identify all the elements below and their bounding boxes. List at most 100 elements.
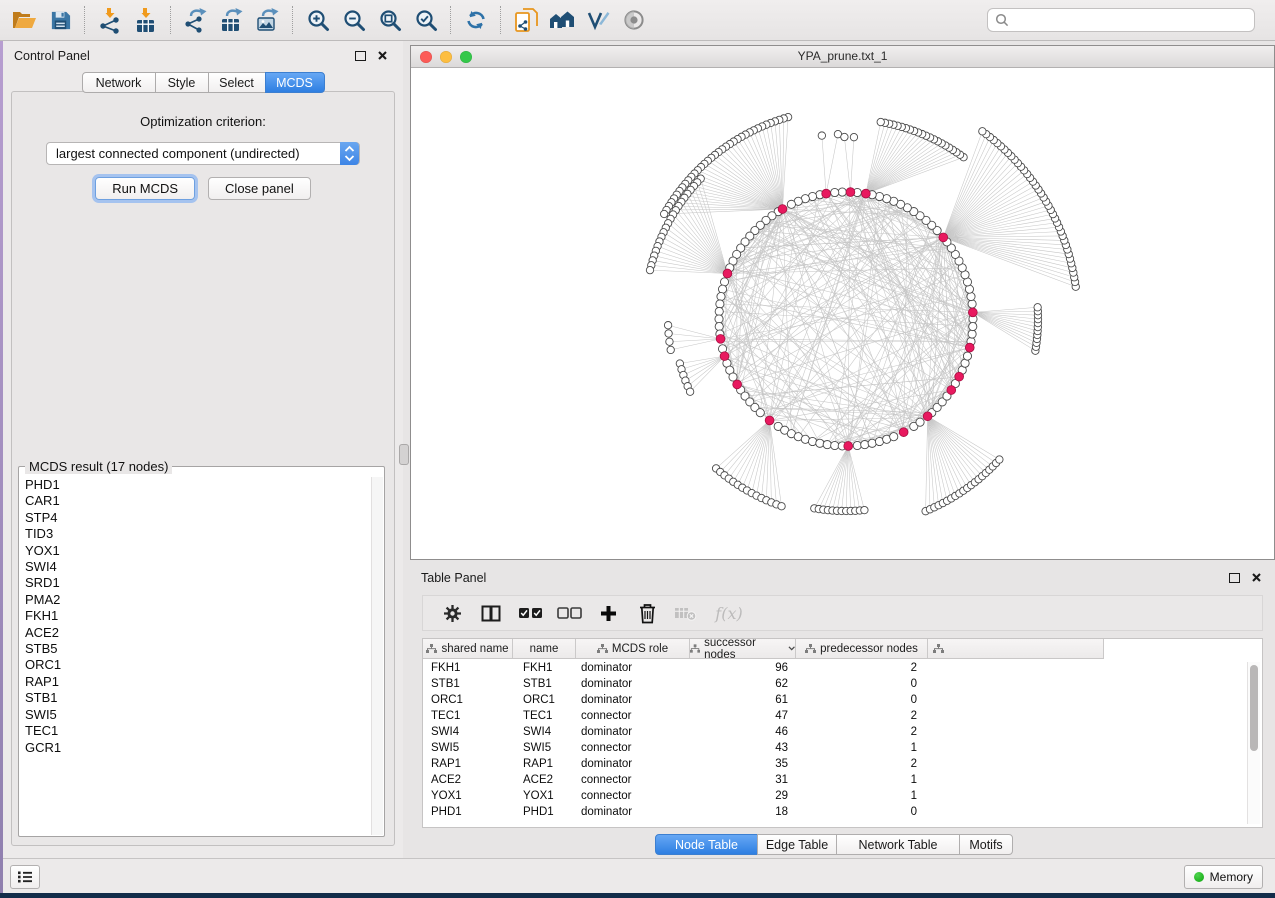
tab-edge-table[interactable]: Edge Table (757, 834, 837, 855)
mcds-result-item[interactable]: ACE2 (20, 625, 371, 641)
tab-select[interactable]: Select (208, 72, 266, 93)
mcds-result-item[interactable]: FKH1 (20, 608, 371, 624)
cell-mcds-role[interactable]: dominator (576, 676, 690, 692)
cell-successor-nodes[interactable]: 18 (690, 804, 796, 820)
cell-successor-nodes[interactable]: 47 (690, 708, 796, 724)
table-row[interactable]: RAP1RAP1dominator352 (423, 756, 1262, 772)
cell-mcds-role[interactable]: dominator (576, 660, 690, 676)
cell-predecessor-nodes[interactable]: 2 (796, 660, 928, 676)
cell-mcds-role[interactable]: connector (576, 708, 690, 724)
table-row[interactable]: FKH1FKH1dominator962 (423, 660, 1262, 676)
cell-predecessor-nodes[interactable]: 0 (796, 692, 928, 708)
select-all-button[interactable] (511, 598, 550, 628)
cell-shared-name[interactable]: ACE2 (423, 772, 513, 788)
cell-predecessor-nodes[interactable]: 2 (796, 708, 928, 724)
table-scrollbar-thumb[interactable] (1250, 665, 1258, 751)
table-row[interactable]: YOX1YOX1connector291 (423, 788, 1262, 804)
cell-successor-nodes[interactable]: 29 (690, 788, 796, 804)
mcds-result-list[interactable]: PHD1CAR1STP4TID3YOX1SWI4SRD1PMA2FKH1ACE2… (20, 477, 371, 835)
export-table-button[interactable] (214, 3, 250, 37)
show-columns-button[interactable] (471, 598, 511, 628)
panel-divider[interactable] (403, 41, 410, 858)
tab-style[interactable]: Style (155, 72, 209, 93)
zoom-in-button[interactable] (300, 3, 336, 37)
search-field[interactable] (987, 8, 1255, 32)
table-row[interactable]: SWI4SWI4dominator462 (423, 724, 1262, 740)
cell-mcds-role[interactable]: connector (576, 740, 690, 756)
mcds-list-scrollbar[interactable] (371, 477, 383, 835)
run-mcds-button[interactable]: Run MCDS (95, 177, 195, 200)
cell-successor-nodes[interactable]: 96 (690, 660, 796, 676)
table-mode-gear-button[interactable] (433, 598, 471, 628)
cell-mcds-role[interactable]: dominator (576, 756, 690, 772)
zoom-selected-button[interactable] (408, 3, 444, 37)
cell-name[interactable]: ACE2 (513, 772, 576, 788)
tab-mcds[interactable]: MCDS (265, 72, 325, 93)
column-header-MCDS-role[interactable]: MCDS role (576, 639, 690, 658)
network-window-titlebar[interactable]: YPA_prune.txt_1 (411, 46, 1274, 68)
search-input[interactable] (1014, 12, 1254, 28)
column-header-successor-nodes[interactable]: successor nodes (690, 639, 796, 658)
tab-node-table[interactable]: Node Table (655, 834, 758, 855)
mcds-result-item[interactable]: GCR1 (20, 740, 371, 756)
show-panels-button[interactable] (10, 865, 40, 889)
cell-shared-name[interactable]: PHD1 (423, 804, 513, 820)
table-row[interactable]: ORC1ORC1dominator610 (423, 692, 1262, 708)
cell-name[interactable]: TEC1 (513, 708, 576, 724)
column-header-name[interactable]: name (513, 639, 576, 658)
import-network-button[interactable] (92, 3, 128, 37)
cell-shared-name[interactable]: SWI4 (423, 724, 513, 740)
tab-motifs[interactable]: Motifs (959, 834, 1013, 855)
cell-successor-nodes[interactable]: 35 (690, 756, 796, 772)
cell-successor-nodes[interactable]: 62 (690, 676, 796, 692)
deselect-all-button[interactable] (550, 598, 589, 628)
function-builder-button[interactable]: f(x) (704, 598, 754, 628)
cell-mcds-role[interactable]: dominator (576, 804, 690, 820)
table-row[interactable]: TEC1TEC1connector472 (423, 708, 1262, 724)
mcds-result-item[interactable]: RAP1 (20, 674, 371, 690)
refresh-button[interactable] (458, 3, 494, 37)
mcds-result-item[interactable]: CAR1 (20, 493, 371, 509)
delete-column-button[interactable] (628, 598, 666, 628)
cell-predecessor-nodes[interactable]: 0 (796, 804, 928, 820)
column-header-predecessor-nodes[interactable]: predecessor nodes (796, 639, 928, 658)
criterion-dropdown[interactable]: largest connected component (undirected) (46, 142, 360, 165)
cell-name[interactable]: SWI4 (513, 724, 576, 740)
mcds-result-item[interactable]: SRD1 (20, 575, 371, 591)
mcds-result-item[interactable]: YOX1 (20, 543, 371, 559)
mcds-result-item[interactable]: STB1 (20, 690, 371, 706)
float-panel-icon[interactable] (355, 51, 366, 61)
add-column-button[interactable] (589, 598, 628, 628)
cell-name[interactable]: FKH1 (513, 660, 576, 676)
cell-shared-name[interactable]: STB1 (423, 676, 513, 692)
cell-shared-name[interactable]: RAP1 (423, 756, 513, 772)
cell-successor-nodes[interactable]: 61 (690, 692, 796, 708)
cell-mcds-role[interactable]: dominator (576, 692, 690, 708)
import-table-button[interactable] (128, 3, 164, 37)
mcds-result-item[interactable]: ORC1 (20, 657, 371, 673)
cell-shared-name[interactable]: FKH1 (423, 660, 513, 676)
cell-predecessor-nodes[interactable]: 1 (796, 772, 928, 788)
mcds-result-item[interactable]: PMA2 (20, 592, 371, 608)
network-view-canvas[interactable] (411, 68, 1274, 560)
table-row[interactable]: SWI5SWI5connector431 (423, 740, 1262, 756)
cell-successor-nodes[interactable]: 31 (690, 772, 796, 788)
mcds-result-item[interactable]: PHD1 (20, 477, 371, 493)
open-file-button[interactable] (6, 3, 42, 37)
mcds-result-item[interactable]: SWI5 (20, 707, 371, 723)
clone-network-button[interactable] (508, 3, 544, 37)
tab-network[interactable]: Network (82, 72, 156, 93)
cell-shared-name[interactable]: SWI5 (423, 740, 513, 756)
cell-mcds-role[interactable]: connector (576, 772, 690, 788)
delete-table-button[interactable] (666, 598, 704, 628)
cell-shared-name[interactable]: YOX1 (423, 788, 513, 804)
cell-predecessor-nodes[interactable]: 1 (796, 740, 928, 756)
export-network-button[interactable] (178, 3, 214, 37)
close-panel-icon[interactable] (1251, 572, 1262, 583)
table-row[interactable]: STB1STB1dominator620 (423, 676, 1262, 692)
zoom-out-button[interactable] (336, 3, 372, 37)
close-panel-button[interactable]: Close panel (208, 177, 311, 200)
tab-network-table[interactable]: Network Table (836, 834, 960, 855)
memory-button[interactable]: Memory (1184, 865, 1263, 889)
cell-name[interactable]: YOX1 (513, 788, 576, 804)
